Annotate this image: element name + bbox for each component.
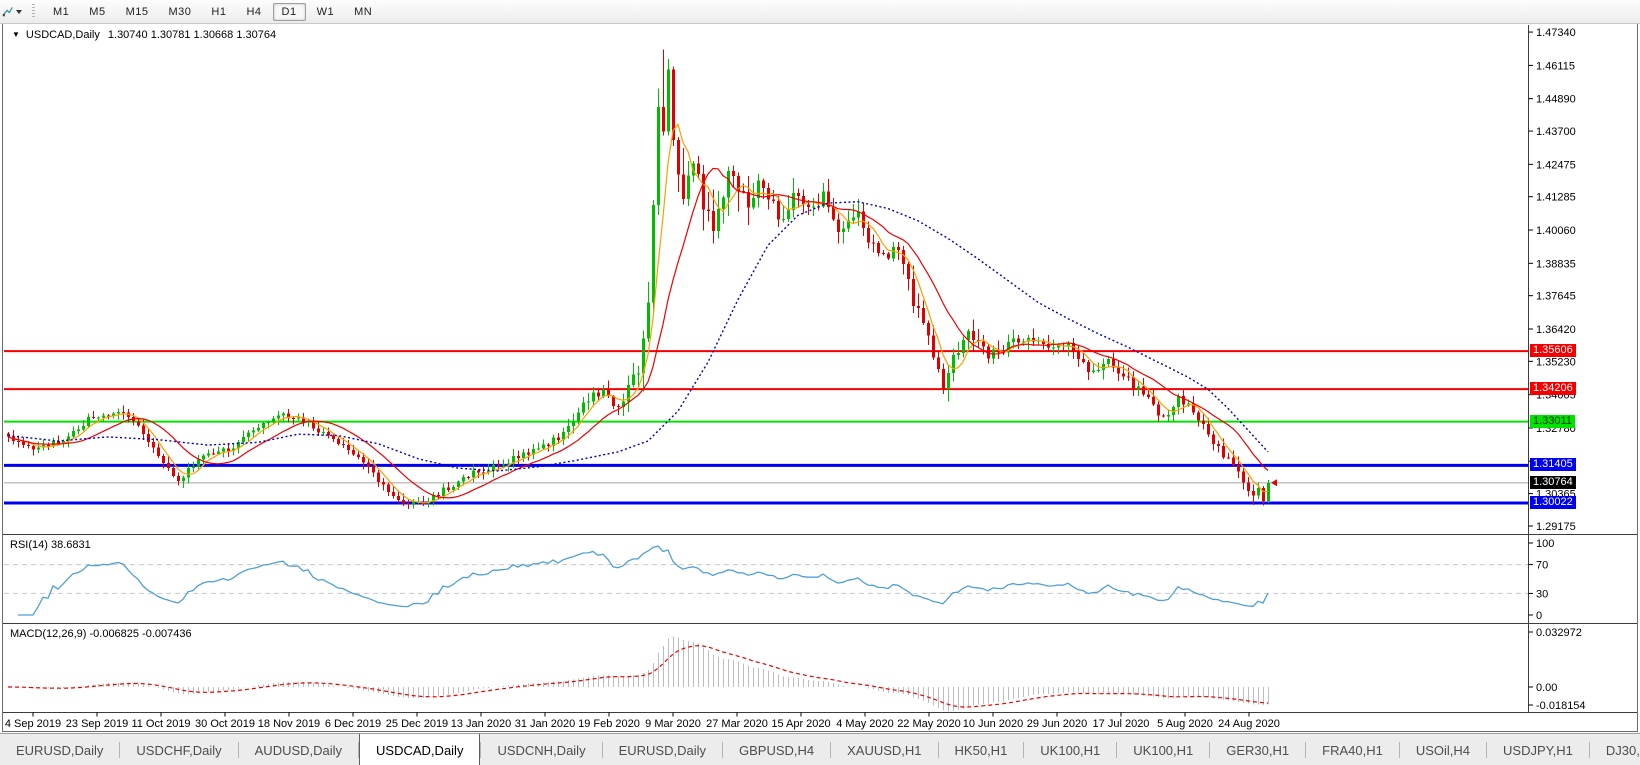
timeframe-button-m1[interactable]: M1 bbox=[44, 3, 78, 21]
chart-tab-gbpusd-h4[interactable]: GBPUSD,H4 bbox=[723, 734, 830, 765]
chart-tab-usdcnh-daily[interactable]: USDCNH,Daily bbox=[481, 734, 601, 765]
chart-cursor-icon[interactable] bbox=[2, 4, 22, 20]
price-level-tag: 1.35606 bbox=[1530, 344, 1576, 358]
price-level-tag: 1.30022 bbox=[1530, 495, 1576, 509]
svg-text:1.44890: 1.44890 bbox=[1536, 94, 1576, 106]
rsi-label: RSI(14) 38.6831 bbox=[10, 539, 91, 551]
svg-text:70: 70 bbox=[1536, 560, 1548, 572]
svg-text:1.40060: 1.40060 bbox=[1536, 225, 1576, 237]
date-tick-label: 24 Aug 2020 bbox=[1218, 718, 1280, 730]
svg-text:-0.018154: -0.018154 bbox=[1536, 700, 1586, 712]
window-menu-icon[interactable]: ▼ bbox=[12, 30, 20, 39]
date-tick-label: 5 Aug 2020 bbox=[1157, 718, 1213, 730]
toolbar: M1 M5 M15 M30 H1 H4 D1 W1 MN bbox=[0, 0, 1640, 24]
chart-tab-usdchf-daily[interactable]: USDCHF,Daily bbox=[120, 734, 237, 765]
svg-text:100: 100 bbox=[1536, 538, 1554, 550]
price-level-tag: 1.31405 bbox=[1530, 458, 1576, 472]
chart-tab-uk100-h1[interactable]: UK100,H1 bbox=[1024, 734, 1116, 765]
svg-text:30: 30 bbox=[1536, 588, 1548, 600]
macd-label: MACD(12,26,9) -0.006825 -0.007436 bbox=[10, 628, 192, 640]
date-tick-label: 18 Nov 2019 bbox=[258, 718, 320, 730]
mt4-window: 1.47340 1.46115 1.44890 1.43700 1.42475 1.412… bbox=[0, 0, 1640, 765]
toolbar-grip[interactable] bbox=[32, 4, 35, 19]
date-tick-label: 4 Sep 2019 bbox=[5, 718, 61, 730]
date-tick-label: 17 Jul 2020 bbox=[1093, 718, 1150, 730]
timeframe-button-mn[interactable]: MN bbox=[345, 3, 381, 21]
svg-text:1.37645: 1.37645 bbox=[1536, 291, 1576, 303]
svg-text:1.35230: 1.35230 bbox=[1536, 356, 1576, 368]
svg-text:1.41285: 1.41285 bbox=[1536, 192, 1576, 204]
date-tick-label: 10 Jun 2020 bbox=[963, 718, 1024, 730]
date-tick-label: 27 Mar 2020 bbox=[706, 718, 768, 730]
date-tick-label: 25 Dec 2019 bbox=[386, 718, 448, 730]
timeframe-button-h4[interactable]: H4 bbox=[237, 3, 270, 21]
timeframe-button-h1[interactable]: H1 bbox=[202, 3, 235, 21]
chart-tab-xauusd-h1[interactable]: XAUUSD,H1 bbox=[831, 734, 937, 765]
date-tick-label: 30 Oct 2019 bbox=[195, 718, 255, 730]
price-level-tag: 1.33011 bbox=[1530, 414, 1575, 428]
date-tick-label: 11 Oct 2019 bbox=[131, 718, 190, 730]
date-tick-label: 15 Apr 2020 bbox=[771, 718, 830, 730]
date-tick-label: 9 Mar 2020 bbox=[645, 718, 701, 730]
chart-tab-usoil-h4[interactable]: USOil,H4 bbox=[1400, 734, 1486, 765]
chart-symbol-period: USDCAD,Daily bbox=[25, 29, 100, 41]
chart-tab-eurusd-daily[interactable]: EURUSD,Daily bbox=[0, 734, 119, 765]
date-tick-label: 22 May 2020 bbox=[897, 718, 961, 730]
svg-text:1.46115: 1.46115 bbox=[1536, 60, 1575, 72]
timeframe-button-m5[interactable]: M5 bbox=[80, 3, 114, 21]
timeframe-button-group: M1 M5 M15 M30 H1 H4 D1 W1 MN bbox=[43, 2, 382, 21]
svg-text:1.47340: 1.47340 bbox=[1536, 27, 1576, 39]
macd-values: -0.006825 -0.007436 bbox=[89, 628, 192, 640]
date-tick-label: 13 Jan 2020 bbox=[451, 718, 512, 730]
price-level-tag: 1.34206 bbox=[1530, 382, 1576, 396]
chart-tab-eurusd-daily[interactable]: EURUSD,Daily bbox=[603, 734, 722, 765]
chart-tab-usdcad-daily[interactable]: USDCAD,Daily bbox=[359, 734, 481, 765]
date-tick-label: 31 Jan 2020 bbox=[515, 718, 576, 730]
date-tick-label: 6 Dec 2019 bbox=[325, 718, 381, 730]
timeframe-button-m15[interactable]: M15 bbox=[117, 3, 158, 21]
chart-tab-usdjpy-h1[interactable]: USDJPY,H1 bbox=[1487, 734, 1589, 765]
chart-tab-uk100-h1[interactable]: UK100,H1 bbox=[1117, 734, 1209, 765]
chart-tab-hk50-h1[interactable]: HK50,H1 bbox=[939, 734, 1024, 765]
svg-text:0.032972: 0.032972 bbox=[1536, 627, 1582, 639]
svg-text:1.42475: 1.42475 bbox=[1536, 159, 1576, 171]
svg-text:1.36420: 1.36420 bbox=[1536, 324, 1576, 336]
timeframe-button-m30[interactable]: M30 bbox=[159, 3, 200, 21]
date-tick-label: 19 Feb 2020 bbox=[578, 718, 640, 730]
chart-title: ▼ USDCAD,Daily 1.30740 1.30781 1.30668 1.3… bbox=[12, 29, 276, 41]
chart-ohlc-values: 1.30740 1.30781 1.30668 1.30764 bbox=[107, 29, 277, 41]
timeframe-button-w1[interactable]: W1 bbox=[308, 3, 344, 21]
svg-text:1.38835: 1.38835 bbox=[1536, 258, 1576, 270]
chart-tab-audusd-daily[interactable]: AUDUSD,Daily bbox=[239, 734, 358, 765]
date-tick-label: 29 Jun 2020 bbox=[1027, 718, 1088, 730]
current-price-tag: 1.30764 bbox=[1530, 475, 1576, 489]
chart-tab-ger30-h1[interactable]: GER30,H1 bbox=[1210, 734, 1305, 765]
svg-text:1.43700: 1.43700 bbox=[1536, 126, 1576, 138]
rsi-value: 38.6831 bbox=[50, 539, 91, 551]
chart-tab-fra40-h1[interactable]: FRA40,H1 bbox=[1306, 734, 1399, 765]
date-tick-label: 23 Sep 2019 bbox=[66, 718, 128, 730]
svg-text:0.00: 0.00 bbox=[1536, 682, 1557, 694]
chevron-down-icon bbox=[16, 9, 22, 14]
chart-tab-dj30-daily[interactable]: DJ30,Daily bbox=[1590, 734, 1640, 765]
timeframe-button-d1[interactable]: D1 bbox=[272, 2, 306, 21]
date-tick-label: 4 May 2020 bbox=[836, 718, 893, 730]
svg-text:0: 0 bbox=[1536, 610, 1542, 622]
chart-tab-bar: EURUSD,Daily USDCHF,Daily AUDUSD,Daily USDC… bbox=[0, 733, 1640, 765]
chart-canvas[interactable]: 1.47340 1.46115 1.44890 1.43700 1.42475 1.412… bbox=[0, 0, 1640, 765]
svg-text:1.29175: 1.29175 bbox=[1536, 521, 1576, 533]
